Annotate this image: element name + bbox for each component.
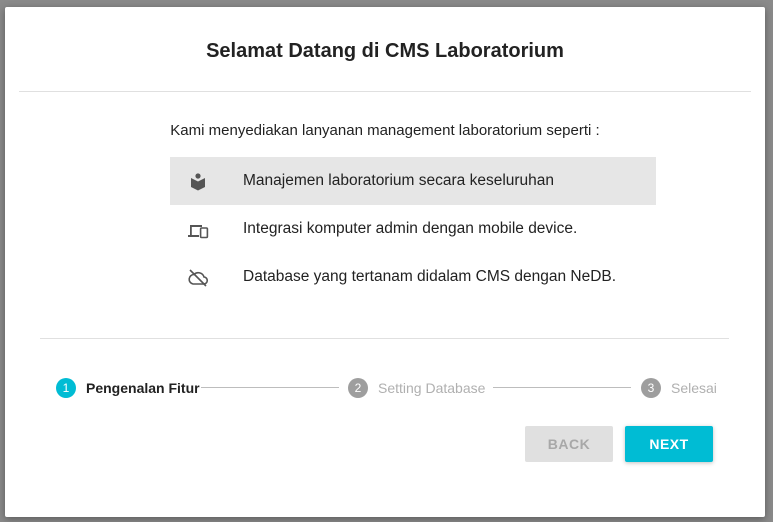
- step-1-label: Pengenalan Fitur: [86, 380, 200, 396]
- feature-item-lab-management[interactable]: Manajemen laboratorium secara keseluruha…: [170, 157, 656, 205]
- step-1-number: 1: [56, 378, 76, 398]
- feature-label: Database yang tertanam didalam CMS denga…: [243, 268, 617, 285]
- step-2-number: 2: [348, 378, 368, 398]
- devices-icon: [186, 218, 210, 242]
- step-connector: [201, 387, 339, 388]
- feature-item-embedded-database[interactable]: Database yang tertanam didalam CMS denga…: [170, 253, 656, 301]
- feature-list: Manajemen laboratorium secara keseluruha…: [170, 157, 656, 301]
- back-button[interactable]: BACK: [525, 426, 613, 462]
- dialog-title: Selamat Datang di CMS Laboratorium: [206, 40, 564, 62]
- step-3-label: Selesai: [671, 380, 717, 396]
- title-divider: [19, 91, 751, 92]
- feature-label: Integrasi komputer admin dengan mobile d…: [243, 220, 578, 237]
- feature-label: Manajemen laboratorium secara keseluruha…: [243, 172, 555, 189]
- welcome-dialog: Selamat Datang di CMS Laboratorium Kami …: [5, 7, 765, 517]
- step-connector: [493, 387, 631, 388]
- content-divider: [40, 338, 729, 339]
- feature-item-device-integration[interactable]: Integrasi komputer admin dengan mobile d…: [170, 205, 656, 253]
- step-2-label: Setting Database: [378, 380, 486, 396]
- cloud-off-icon: [186, 266, 210, 290]
- stepper: 1 Pengenalan Fitur 2 Setting Database 3 …: [5, 376, 765, 400]
- book-reader-icon: [186, 170, 210, 194]
- next-button[interactable]: NEXT: [625, 426, 713, 462]
- step-3-number: 3: [641, 378, 661, 398]
- intro-text: Kami menyediakan lanyanan management lab…: [170, 122, 600, 139]
